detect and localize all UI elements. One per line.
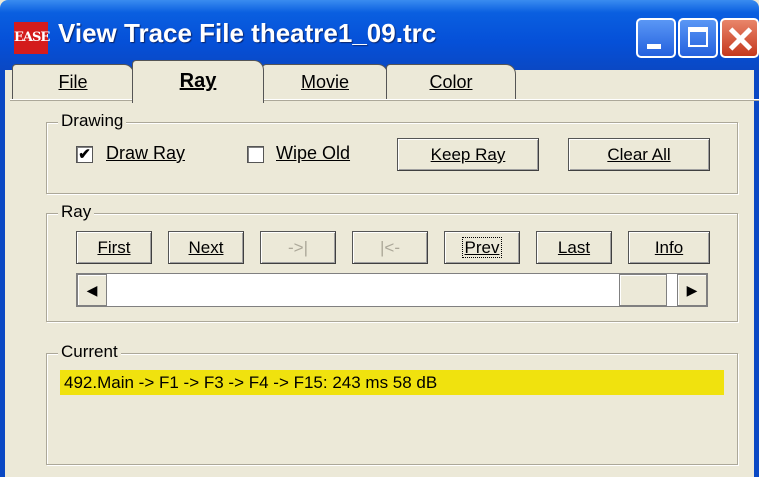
window-border-right bbox=[754, 70, 759, 477]
tab-divider-shadow bbox=[10, 100, 759, 101]
scroll-thumb[interactable] bbox=[619, 274, 667, 306]
wipe-old-checkbox[interactable] bbox=[247, 146, 264, 163]
tab-movie-label: Movie bbox=[300, 72, 349, 92]
close-button[interactable] bbox=[720, 18, 759, 58]
minimize-button[interactable] bbox=[636, 18, 676, 58]
keep-ray-button[interactable]: Keep Ray bbox=[397, 138, 539, 171]
wipe-old-label[interactable]: Wipe Old bbox=[276, 143, 350, 164]
tab-file[interactable]: File bbox=[12, 64, 134, 100]
tab-movie[interactable]: Movie bbox=[262, 64, 388, 100]
ray-scrollbar[interactable]: ◀ ▶ bbox=[76, 273, 708, 307]
scroll-left-arrow-icon[interactable]: ◀ bbox=[77, 274, 107, 306]
prev-button[interactable]: Prev bbox=[444, 231, 520, 264]
next-button[interactable]: Next bbox=[168, 231, 244, 264]
clear-all-button[interactable]: Clear All bbox=[568, 138, 710, 171]
current-legend: Current bbox=[58, 342, 121, 362]
drawing-legend: Drawing bbox=[58, 111, 127, 131]
maximize-button[interactable] bbox=[678, 18, 718, 58]
tab-ray[interactable]: Ray bbox=[132, 60, 264, 103]
draw-ray-label[interactable]: Draw Ray bbox=[106, 143, 185, 164]
tab-color[interactable]: Color bbox=[386, 64, 516, 100]
last-button[interactable]: Last bbox=[536, 231, 612, 264]
window-title: View Trace File theatre1_09.trc bbox=[58, 18, 437, 48]
window-border-left bbox=[0, 70, 5, 477]
tab-ray-label: Ray bbox=[179, 70, 217, 92]
first-button[interactable]: First bbox=[76, 231, 152, 264]
scroll-right-arrow-icon[interactable]: ▶ bbox=[677, 274, 707, 306]
info-button[interactable]: Info bbox=[628, 231, 710, 264]
current-ray-info: 492.Main -> F1 -> F3 -> F4 -> F15: 243 m… bbox=[60, 370, 724, 395]
draw-ray-checkbox[interactable]: ✔ bbox=[76, 146, 93, 163]
jump-to-end-button[interactable]: ->| bbox=[260, 231, 336, 264]
jump-to-start-button[interactable]: |<- bbox=[352, 231, 428, 264]
ray-legend: Ray bbox=[58, 202, 95, 222]
tab-file-label: File bbox=[58, 72, 88, 92]
tab-color-label: Color bbox=[429, 72, 473, 92]
title-bar: EASE View Trace File theatre1_09.trc bbox=[0, 0, 759, 70]
app-icon: EASE bbox=[14, 22, 50, 54]
